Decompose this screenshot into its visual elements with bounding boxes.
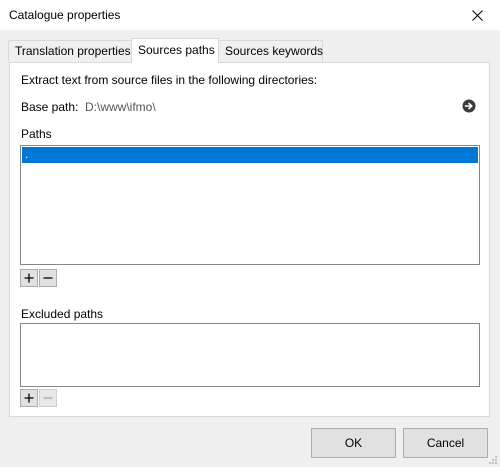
tab-sources-keywords[interactable]: Sources keywords	[218, 40, 323, 62]
close-icon	[471, 9, 483, 21]
minus-icon	[43, 277, 53, 279]
catalogue-properties-dialog: Catalogue properties Translation propert…	[0, 0, 500, 467]
remove-excluded-path-button[interactable]	[39, 389, 57, 407]
window-title: Catalogue properties	[9, 8, 121, 22]
excluded-paths-label: Excluded paths	[21, 307, 104, 321]
ok-button[interactable]: OK	[311, 428, 396, 458]
add-excluded-path-button[interactable]	[20, 389, 38, 407]
instruction-text: Extract text from source files in the fo…	[21, 73, 318, 87]
sources-paths-panel: Extract text from source files in the fo…	[9, 62, 490, 417]
tab-translation-properties[interactable]: Translation properties	[8, 40, 132, 62]
cancel-button[interactable]: Cancel	[403, 428, 488, 458]
paths-list[interactable]: .	[20, 145, 480, 265]
list-item[interactable]: .	[22, 147, 478, 163]
remove-path-button[interactable]	[39, 269, 57, 287]
add-path-button[interactable]	[20, 269, 38, 287]
resize-grip-icon[interactable]	[488, 455, 498, 465]
base-path-label: Base path:	[21, 100, 79, 114]
tab-sources-paths[interactable]: Sources paths	[131, 38, 219, 63]
close-button[interactable]	[454, 0, 500, 30]
arrow-right-circle-icon[interactable]	[462, 99, 476, 113]
plus-icon	[24, 393, 34, 403]
base-path-value: D:\www\ifmo\	[85, 100, 156, 114]
plus-icon	[24, 273, 34, 283]
title-bar: Catalogue properties	[0, 0, 500, 30]
excluded-paths-list[interactable]	[20, 323, 480, 387]
minus-icon	[43, 397, 53, 399]
paths-label: Paths	[21, 127, 52, 141]
